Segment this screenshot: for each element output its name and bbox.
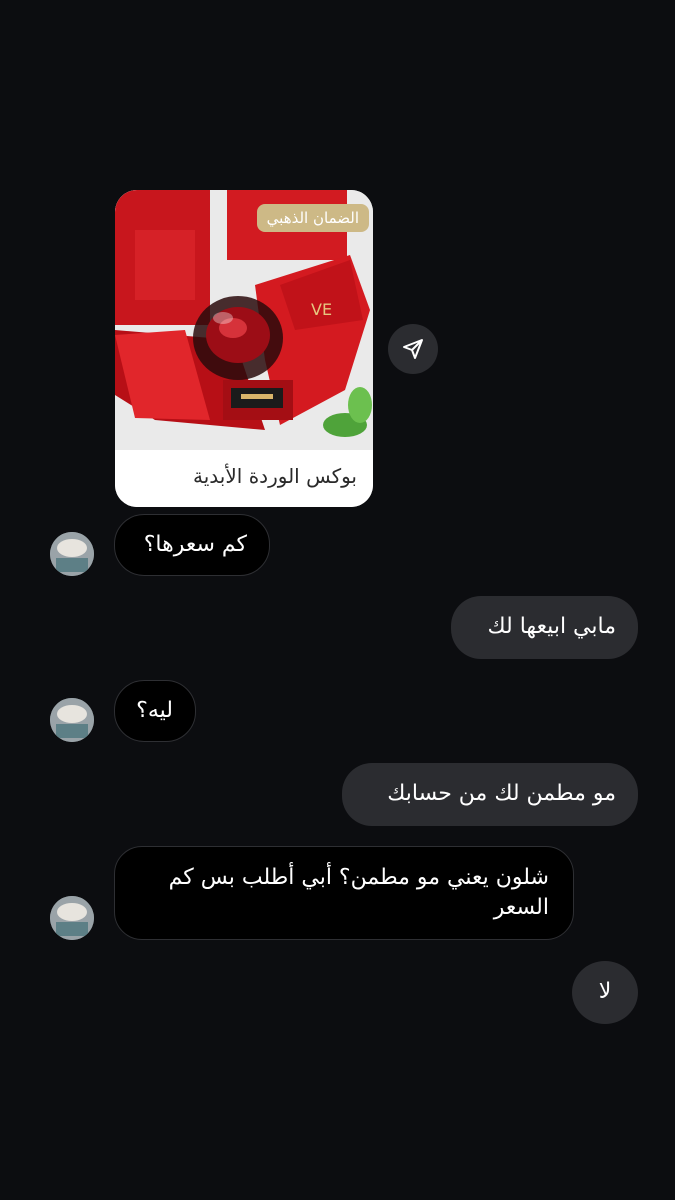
message-incoming[interactable]: شلون يعني مو مطمن؟ أبي أطلب بس كم السعر: [114, 846, 574, 940]
contact-avatar[interactable]: [50, 532, 94, 576]
paper-plane-icon: [403, 339, 423, 359]
contact-avatar[interactable]: [50, 698, 94, 742]
message-incoming[interactable]: كم سعرها؟: [114, 514, 270, 576]
message-outgoing[interactable]: مو مطمن لك من حسابك: [342, 763, 638, 826]
message-incoming[interactable]: ليه؟: [114, 680, 196, 742]
svg-text:VE: VE: [311, 300, 332, 319]
chat-screen: VE الضمان الذهبي بوكس الوردة الأبدية كم …: [0, 0, 675, 1200]
contact-avatar[interactable]: [50, 896, 94, 940]
product-caption: بوكس الوردة الأبدية: [115, 450, 373, 507]
share-button[interactable]: [388, 324, 438, 374]
message-outgoing[interactable]: لا: [572, 961, 638, 1024]
shared-post-card[interactable]: VE الضمان الذهبي بوكس الوردة الأبدية: [115, 190, 373, 507]
product-badge: الضمان الذهبي: [256, 204, 369, 232]
message-outgoing[interactable]: مابي ابيعها لك: [451, 596, 638, 659]
